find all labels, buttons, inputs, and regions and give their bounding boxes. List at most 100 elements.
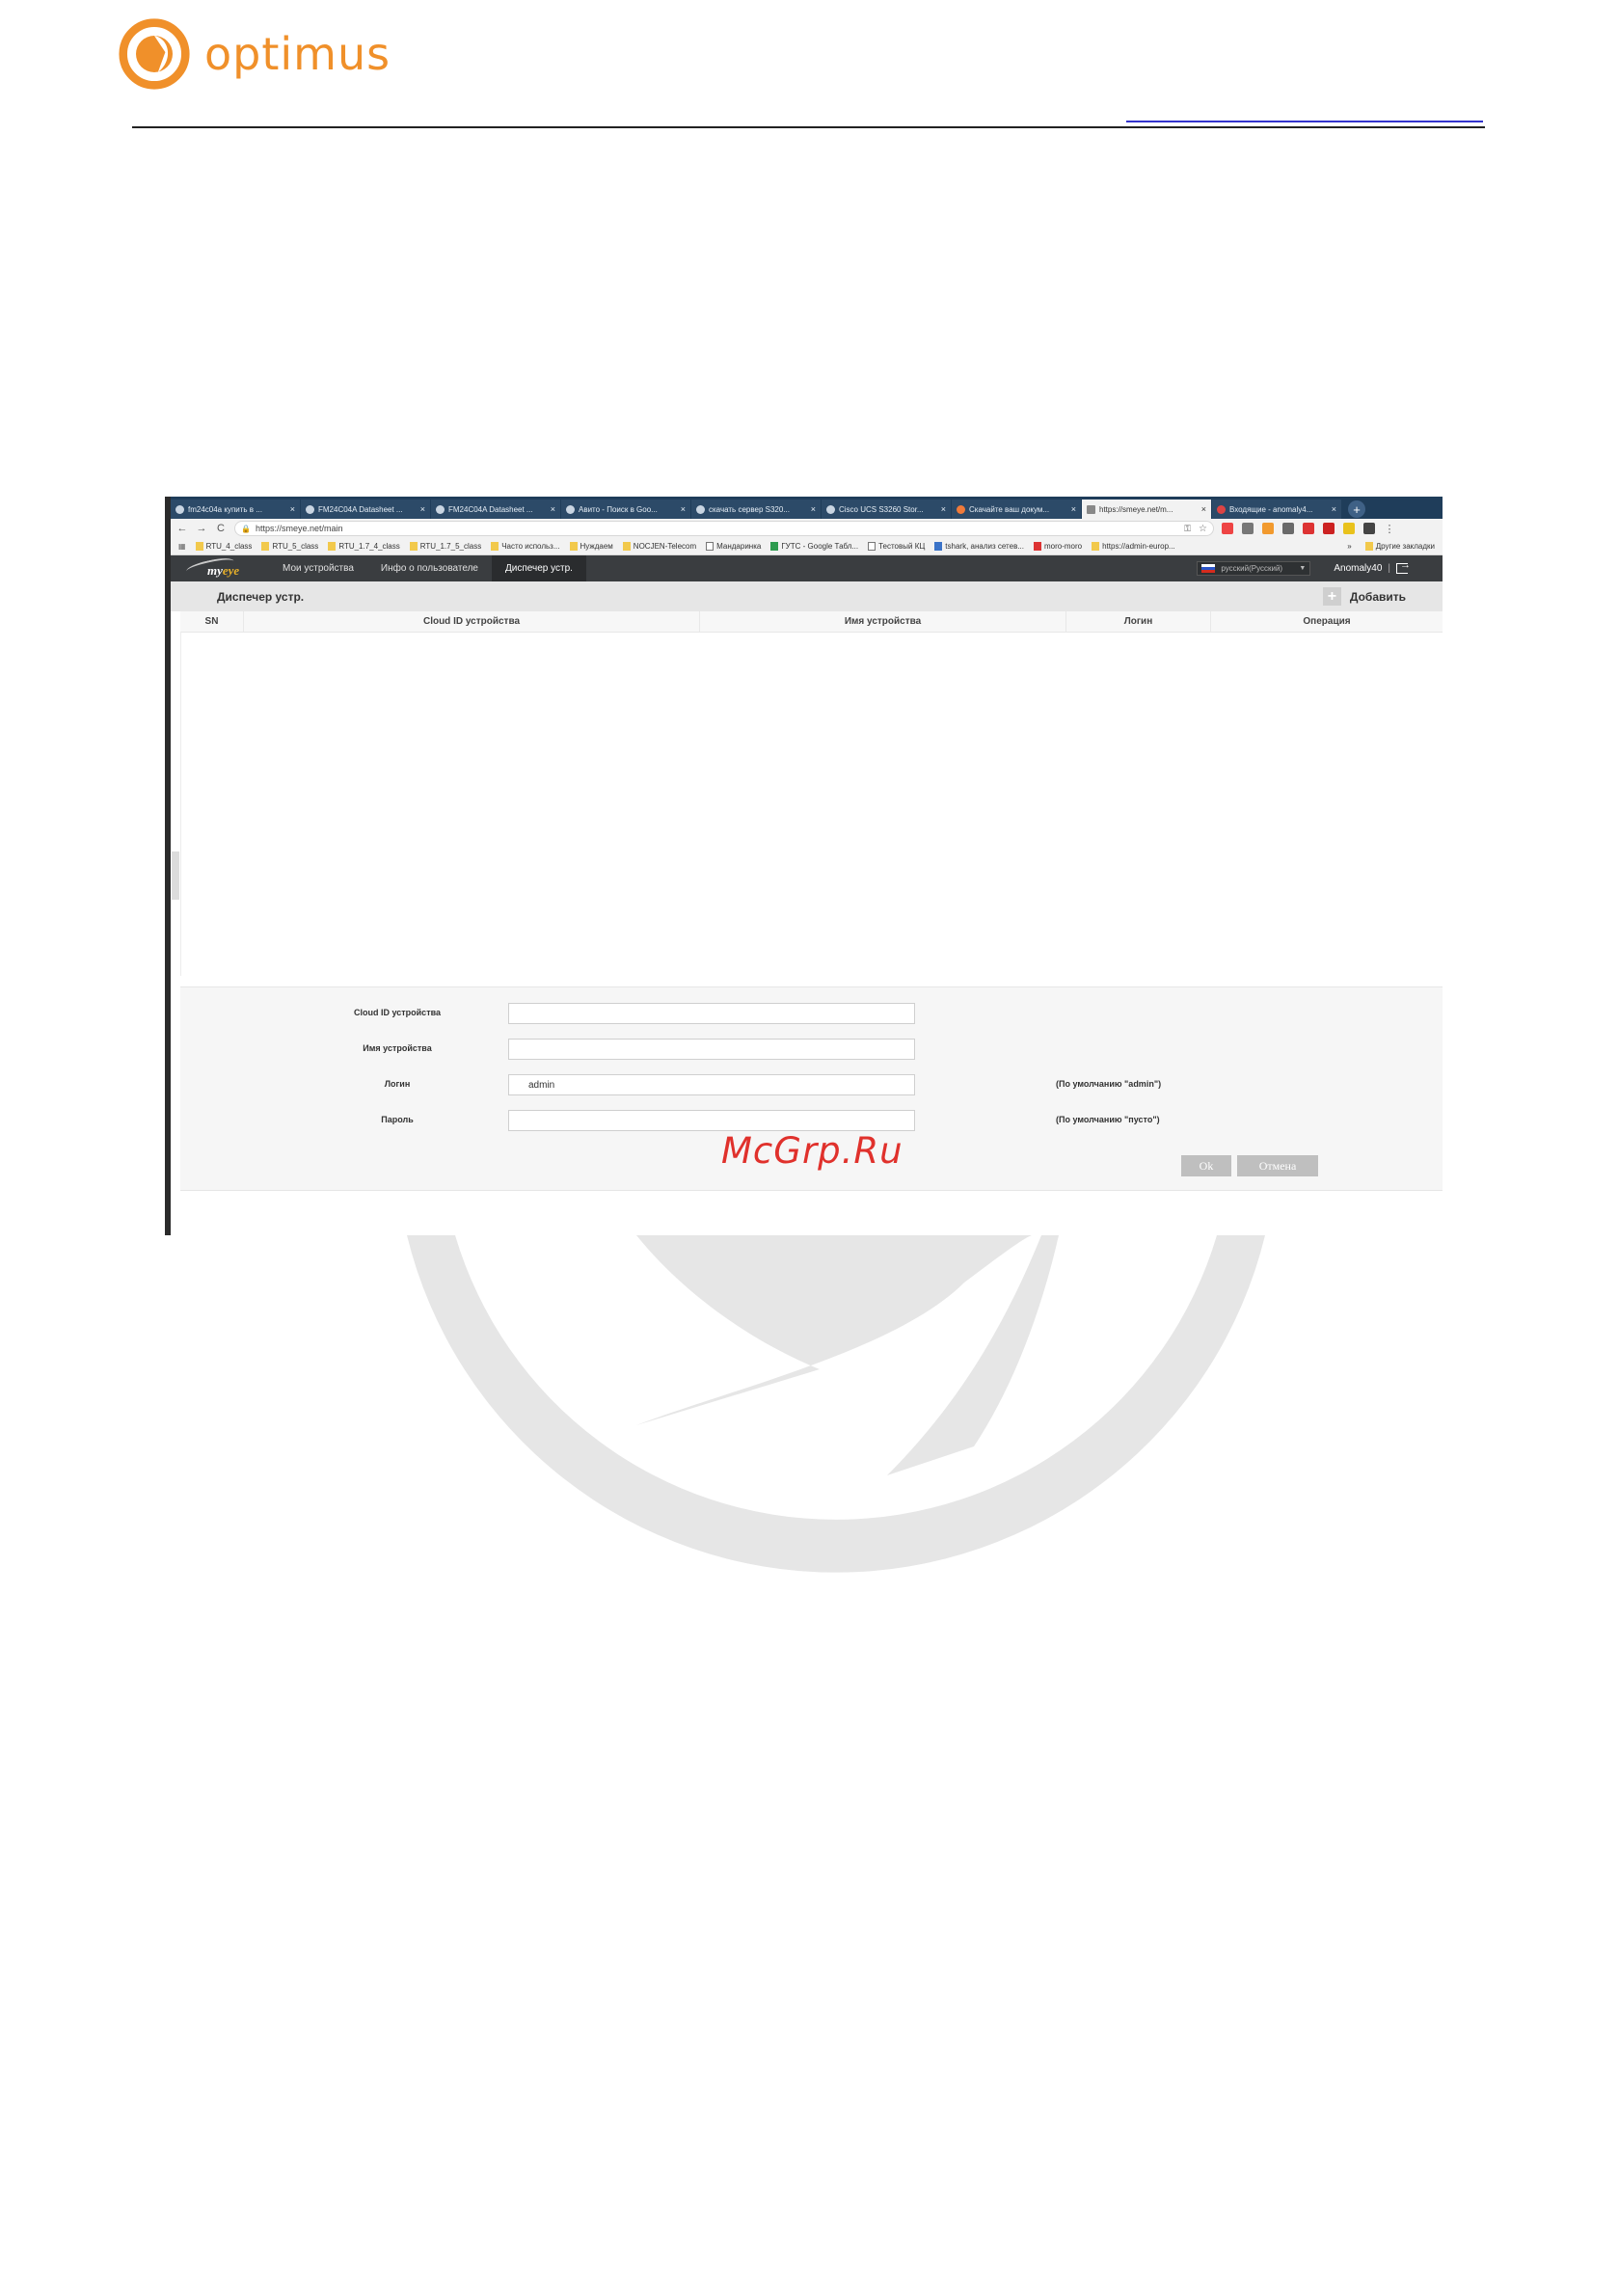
bookmark-item[interactable]: RTU_1.7_4_class <box>328 542 400 551</box>
password-input[interactable] <box>508 1110 915 1131</box>
kebab-menu-icon[interactable]: ⋮ <box>1384 523 1395 535</box>
browser-tab[interactable]: скачать сервер S320... × <box>691 500 821 519</box>
page-icon <box>868 542 876 551</box>
login-input[interactable] <box>508 1074 915 1095</box>
bookmarks-bar: ▦ RTU_4_class RTU_5_class RTU_1.7_4_clas… <box>171 538 1443 555</box>
bookmark-item[interactable]: https://admin-europ... <box>1092 542 1175 551</box>
extension-icon[interactable] <box>1242 523 1254 534</box>
grid-icon <box>826 504 835 514</box>
cloud-id-label: Cloud ID устройства <box>353 1008 442 1017</box>
close-icon[interactable]: × <box>1201 504 1206 514</box>
extension-icon[interactable] <box>1363 523 1375 534</box>
extension-icon[interactable] <box>1303 523 1314 534</box>
address-url: https://smeye.net/main <box>255 524 343 533</box>
bookmark-item[interactable]: Тестовый КЦ <box>868 542 925 551</box>
bookmark-item[interactable]: tshark, анализ сетев... <box>934 542 1024 551</box>
browser-tab[interactable]: fm24c04a купить в ... × <box>171 500 300 519</box>
forward-arrow-icon[interactable]: → <box>194 523 209 534</box>
folder-icon <box>195 542 203 551</box>
bookmark-item[interactable]: moro-moro <box>1033 542 1082 551</box>
login-hint: (По умолчанию "admin") <box>1056 1079 1162 1089</box>
google-icon <box>566 504 575 514</box>
bookmark-item[interactable]: RTU_1.7_5_class <box>409 542 481 551</box>
bookmark-item[interactable]: NOCJEN-Telecom <box>622 542 696 551</box>
nav-user-info[interactable]: Инфо о пользователе <box>367 555 492 581</box>
browser-screenshot: fm24c04a купить в ... × FM24C04A Datashee… <box>165 497 1443 1235</box>
new-tab-button[interactable]: + <box>1348 500 1365 518</box>
bookmark-item[interactable]: ГУТС - Google Табл... <box>770 542 858 551</box>
password-hint: (По умолчанию "пусто") <box>1056 1115 1160 1124</box>
google-icon <box>696 504 705 514</box>
cloud-id-input[interactable] <box>508 1003 915 1024</box>
bookmarks-overflow[interactable]: » Другие закладки <box>1347 542 1435 551</box>
close-icon[interactable]: × <box>811 504 816 514</box>
browser-toolbar: ← → C 🔒 https://smeye.net/main ⚿ ☆ ⋮ <box>171 519 1443 538</box>
mcgrp-watermark-text: McGrp.Ru <box>721 1130 903 1172</box>
ok-button[interactable]: Ok <box>1181 1155 1231 1176</box>
browser-tab[interactable]: FM24C04A Datasheet ... × <box>301 500 430 519</box>
folder-icon <box>261 542 270 551</box>
browser-tab[interactable]: FM24C04A Datasheet ... × <box>431 500 560 519</box>
nav-device-manager[interactable]: Диспечер устр. <box>491 555 586 581</box>
mail-icon <box>1217 504 1226 514</box>
column-header-cloud-id[interactable]: Cloud ID устройства <box>244 611 700 632</box>
extension-icon[interactable] <box>1222 523 1233 534</box>
myeye-logo[interactable]: myeye <box>185 554 252 581</box>
close-icon[interactable]: × <box>551 504 555 514</box>
reload-icon[interactable]: C <box>213 523 229 534</box>
language-select[interactable]: русский(Русский) ▼ <box>1197 561 1311 576</box>
sheets-icon <box>770 542 779 551</box>
apps-icon[interactable]: ▦ <box>178 542 186 551</box>
address-bar[interactable]: 🔒 https://smeye.net/main ⚿ ☆ <box>234 521 1214 536</box>
extension-icon[interactable] <box>1323 523 1335 534</box>
back-arrow-icon[interactable]: ← <box>175 523 190 534</box>
close-icon[interactable]: × <box>681 504 686 514</box>
browser-tab[interactable]: Входящие - anomaly4... × <box>1212 500 1341 519</box>
close-icon[interactable]: × <box>1071 504 1076 514</box>
column-header-login[interactable]: Логин <box>1066 611 1211 632</box>
browser-tab-active[interactable]: https://smeye.net/m... × <box>1082 500 1211 519</box>
close-icon[interactable]: × <box>941 504 946 514</box>
column-header-sn[interactable]: SN <box>180 611 244 632</box>
optimus-logo-text: optimus <box>204 28 391 80</box>
folder-icon <box>1364 542 1373 551</box>
folder-icon <box>491 542 499 551</box>
extension-icon[interactable] <box>1262 523 1274 534</box>
logout-icon[interactable] <box>1396 559 1411 574</box>
lock-icon: 🔒 <box>241 524 251 533</box>
bookmark-item[interactable]: RTU_4_class <box>195 542 252 551</box>
table-body <box>180 633 1443 976</box>
shark-icon <box>934 542 943 551</box>
panel-splitter-handle[interactable] <box>172 851 179 900</box>
close-icon[interactable]: × <box>1332 504 1336 514</box>
device-table: SN Cloud ID устройства Имя устройства Ло… <box>180 611 1443 976</box>
extension-icon[interactable] <box>1282 523 1294 534</box>
browser-tab[interactable]: Скачайте ваш докум... × <box>952 500 1081 519</box>
device-name-label: Имя устройства <box>363 1043 432 1053</box>
table-header: SN Cloud ID устройства Имя устройства Ло… <box>180 611 1443 633</box>
extension-icon[interactable] <box>1343 523 1355 534</box>
separator: | <box>1388 563 1390 574</box>
column-header-device-name[interactable]: Имя устройства <box>700 611 1066 632</box>
plus-icon: + <box>1322 587 1341 606</box>
optimus-logo-icon <box>119 18 190 90</box>
bookmark-item[interactable]: Нуждаем <box>569 542 613 551</box>
key-icon[interactable]: ⚿ <box>1184 524 1191 534</box>
folder-icon <box>328 542 337 551</box>
browser-tab[interactable]: Авито - Поиск в Goo... × <box>561 500 690 519</box>
bookmark-item[interactable]: Мандаринка <box>706 542 761 551</box>
browser-tab[interactable]: Cisco UCS S3260 Stor... × <box>822 500 951 519</box>
cancel-button[interactable]: Отмена <box>1237 1155 1318 1176</box>
star-icon[interactable]: ☆ <box>1199 524 1207 534</box>
nav-my-devices[interactable]: Мои устройства <box>269 555 367 581</box>
close-icon[interactable]: × <box>290 504 295 514</box>
bookmark-item[interactable]: Часто использ... <box>491 542 560 551</box>
page-title: Диспечер устр. <box>217 590 305 604</box>
close-icon[interactable]: × <box>420 504 425 514</box>
folder-icon <box>569 542 578 551</box>
bookmark-item[interactable]: RTU_5_class <box>261 542 318 551</box>
device-name-input[interactable] <box>508 1039 915 1060</box>
add-device-button[interactable]: + Добавить <box>1322 587 1406 606</box>
column-header-operation[interactable]: Операция <box>1211 611 1443 632</box>
page-icon <box>1087 504 1095 514</box>
